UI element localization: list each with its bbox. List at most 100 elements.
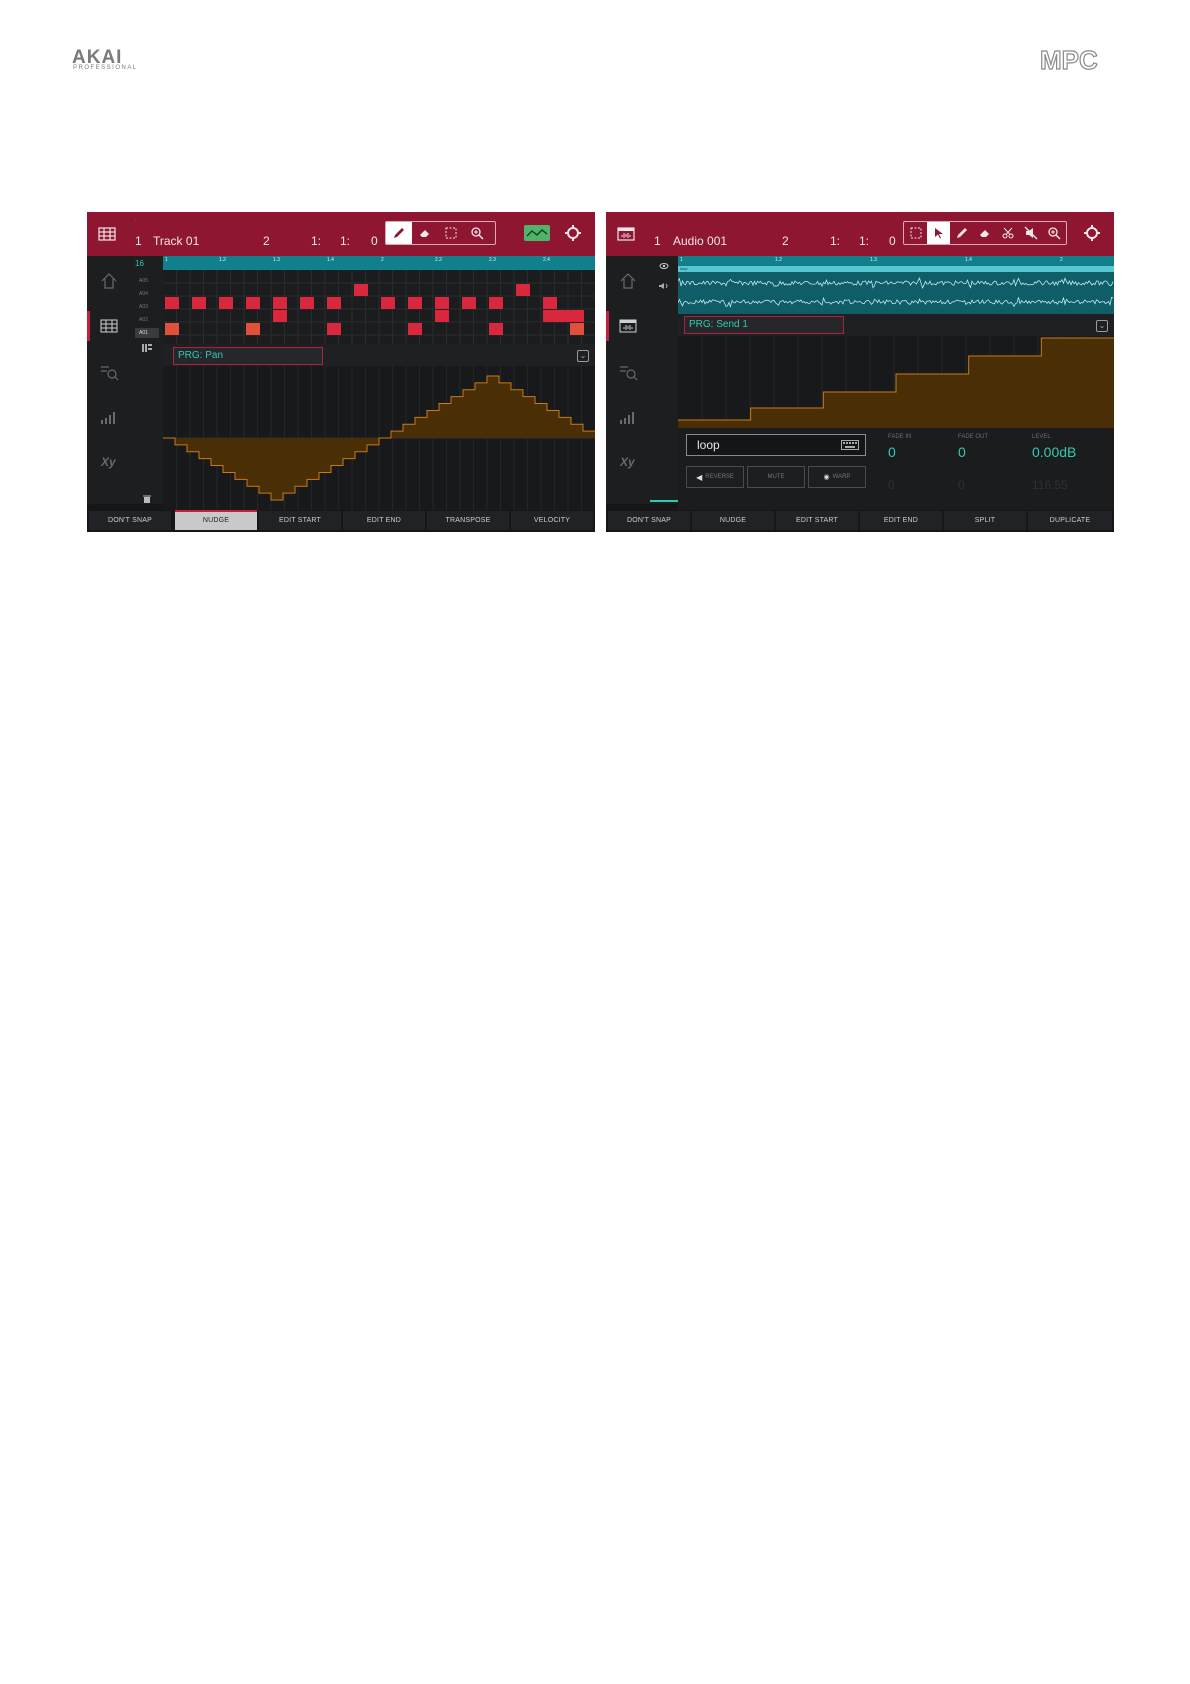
grid-view-icon[interactable] (98, 225, 116, 243)
track-number[interactable]: 1 (135, 234, 142, 248)
eraser-icon[interactable] (973, 222, 996, 244)
audio-editor-icon[interactable] (618, 316, 638, 336)
duplicate-button[interactable]: DUPLICATE (1028, 511, 1112, 530)
note-event[interactable] (246, 323, 260, 335)
chevron-down-icon[interactable]: ⌄ (1096, 320, 1108, 332)
pad-label[interactable]: A05 (139, 278, 148, 284)
note-event[interactable] (354, 284, 368, 296)
nudge-button[interactable]: NUDGE (692, 511, 774, 530)
note-event[interactable] (246, 297, 260, 309)
reverse-button[interactable]: ◀ REVERSE (686, 466, 744, 488)
position-tick[interactable]: 0 (889, 234, 896, 248)
automation-param-select[interactable]: PRG: Send 1 (684, 316, 844, 334)
velocity-bars-icon[interactable] (99, 406, 119, 426)
dont-snap-button[interactable]: DON'T SNAP (89, 511, 171, 530)
pad-label[interactable]: A03 (139, 304, 148, 310)
note-event[interactable] (462, 297, 476, 309)
note-event[interactable] (489, 323, 503, 335)
track-name[interactable]: Track 01 (153, 234, 199, 248)
position-bar[interactable]: 1: (830, 234, 840, 248)
note-event[interactable] (192, 297, 206, 309)
position-beat[interactable]: 1: (340, 234, 350, 248)
warp-button[interactable]: ◉ WARP (808, 466, 866, 488)
edit-start-button[interactable]: EDIT START (259, 511, 341, 530)
level-value[interactable]: 0.00dB (1032, 444, 1076, 460)
list-search-icon[interactable] (618, 362, 638, 382)
edit-end-button[interactable]: EDIT END (343, 511, 425, 530)
note-event[interactable] (381, 297, 395, 309)
note-event[interactable] (327, 297, 341, 309)
gear-icon[interactable] (564, 224, 582, 242)
home-icon[interactable] (99, 271, 119, 291)
transpose-button[interactable]: TRANSPOSE (427, 511, 509, 530)
speaker-icon[interactable] (658, 282, 670, 290)
note-event[interactable] (408, 297, 422, 309)
note-event[interactable] (327, 323, 341, 335)
edit-start-button[interactable]: EDIT START (776, 511, 858, 530)
gear-icon[interactable] (1083, 224, 1101, 242)
pencil-icon[interactable] (950, 222, 973, 244)
timeline-ruler[interactable]: 1 1.2 1.3 1.4 2 (678, 256, 1114, 266)
marquee-icon[interactable] (904, 222, 927, 244)
note-grid[interactable] (163, 270, 595, 344)
xy-icon[interactable]: Xy (618, 452, 638, 472)
eye-icon[interactable] (659, 262, 669, 270)
note-event[interactable] (219, 297, 233, 309)
note-event[interactable] (489, 297, 503, 309)
note-event[interactable] (570, 310, 584, 322)
pad-label[interactable]: A02 (139, 317, 148, 323)
note-event[interactable] (273, 310, 287, 322)
chevron-down-icon[interactable]: ⌄ (577, 350, 589, 362)
scissors-icon[interactable] (996, 222, 1019, 244)
velocity-bars-icon[interactable] (618, 406, 638, 426)
xy-icon[interactable]: Xy (99, 452, 119, 472)
pencil-icon[interactable] (386, 222, 412, 244)
note-event[interactable] (543, 310, 557, 322)
position-tick[interactable]: 0 (371, 234, 378, 248)
list-search-icon[interactable] (99, 362, 119, 382)
mute-icon[interactable] (1019, 222, 1042, 244)
edit-end-button[interactable]: EDIT END (860, 511, 942, 530)
track-number[interactable]: 1 (654, 234, 661, 248)
note-event[interactable] (557, 310, 571, 322)
home-icon[interactable] (618, 271, 638, 291)
note-event[interactable] (435, 297, 449, 309)
automation-lane[interactable] (678, 336, 1114, 428)
note-event[interactable] (165, 323, 179, 335)
timeline-ruler[interactable]: 1 1.2 1.3 1.4 2 2.2 2.3 2.4 (163, 256, 595, 270)
zoom-icon[interactable] (1042, 222, 1065, 244)
trash-icon[interactable] (142, 494, 152, 504)
note-event[interactable] (300, 297, 314, 309)
note-event[interactable] (516, 284, 530, 296)
pad-label[interactable]: A04 (139, 291, 148, 297)
automation-param-select[interactable]: PRG: Pan (173, 347, 323, 365)
marquee-icon[interactable] (438, 222, 464, 244)
piano-roll-icon[interactable] (141, 342, 153, 354)
fade-in-value[interactable]: 0 (888, 444, 896, 460)
note-event[interactable] (435, 310, 449, 322)
automation-lane[interactable] (163, 366, 595, 510)
region-name-field[interactable]: loop (686, 434, 866, 456)
note-event[interactable] (543, 297, 557, 309)
sequence-number[interactable]: 2 (782, 234, 789, 248)
split-button[interactable]: SPLIT (944, 511, 1026, 530)
mute-button[interactable]: MUTE (747, 466, 805, 488)
automation-toggle-icon[interactable] (524, 225, 550, 241)
track-name[interactable]: Audio 001 (673, 234, 727, 248)
nudge-button[interactable]: NUDGE (175, 510, 257, 530)
grid-editor-icon[interactable] (99, 316, 119, 336)
pointer-icon[interactable] (927, 222, 950, 244)
audio-track-icon[interactable] (617, 225, 635, 243)
fade-out-value[interactable]: 0 (958, 444, 966, 460)
zoom-icon[interactable] (464, 222, 490, 244)
dont-snap-button[interactable]: DON'T SNAP (608, 511, 690, 530)
note-event[interactable] (408, 323, 422, 335)
keyboard-icon[interactable] (841, 440, 859, 450)
pad-label-selected[interactable]: A01 (135, 328, 159, 338)
eraser-icon[interactable] (412, 222, 438, 244)
position-bar[interactable]: 1: (311, 234, 321, 248)
note-event[interactable] (570, 323, 584, 335)
velocity-button[interactable]: VELOCITY (511, 511, 593, 530)
note-event[interactable] (165, 297, 179, 309)
note-event[interactable] (273, 297, 287, 309)
